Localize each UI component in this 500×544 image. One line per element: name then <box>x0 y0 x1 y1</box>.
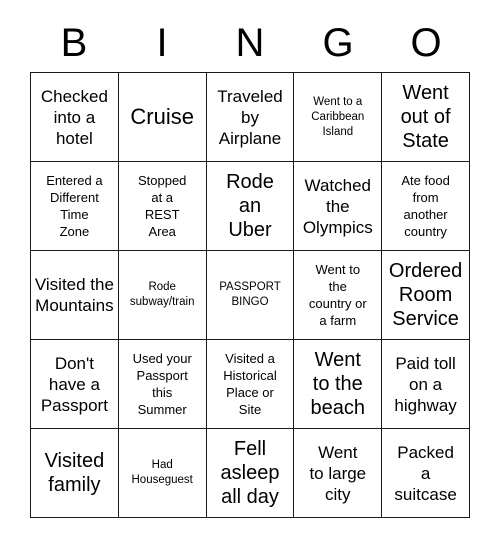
bingo-cell-label: Used your Passport this Summer <box>132 351 192 417</box>
header-letter-g: G <box>322 21 354 65</box>
bingo-cell[interactable]: Ate food from another country <box>382 162 470 251</box>
bingo-cell-label: Ordered Room Service <box>388 260 463 330</box>
bingo-cell-label: Went to large city <box>309 442 367 504</box>
bingo-cell-label: Went to a Caribbean Island <box>311 95 365 138</box>
bingo-cell[interactable]: Visited the Mountains <box>31 251 119 340</box>
bingo-cell-label: Packed a suitcase <box>394 442 457 504</box>
bingo-cell-label: Cruise <box>130 104 194 129</box>
bingo-cell[interactable]: Don't have a Passport <box>31 340 119 429</box>
bingo-cell[interactable]: Entered a Different Time Zone <box>31 162 119 251</box>
bingo-cell-label: Went out of State <box>400 82 451 152</box>
header-letter-b: B <box>60 21 88 65</box>
bingo-cell[interactable]: Stopped at a REST Area <box>118 162 207 251</box>
bingo-cell-label: Went to the beach <box>310 349 366 419</box>
bingo-cell[interactable]: Watched the Olympics <box>294 162 383 251</box>
header-letter-o: O <box>410 21 442 65</box>
bingo-cell[interactable]: Rode an Uber <box>206 162 295 251</box>
bingo-cell-label: Rode an Uber <box>226 171 274 241</box>
bingo-header: B I N G O <box>30 18 470 68</box>
bingo-cell-label: Fell asleep all day <box>220 438 280 508</box>
bingo-cell-label: Ate food from another country <box>401 173 450 239</box>
bingo-cell[interactable]: Traveled by Airplane <box>206 73 295 162</box>
bingo-cell[interactable]: Had Houseguest <box>118 429 207 518</box>
bingo-cell-label: Visited a Historical Place or Site <box>223 351 277 417</box>
bingo-cell[interactable]: Fell asleep all day <box>206 429 295 518</box>
bingo-cell[interactable]: Used your Passport this Summer <box>118 340 207 429</box>
bingo-cell-label: Had Houseguest <box>131 459 193 486</box>
bingo-card: B I N G O Checked into a hotel Cruise Tr… <box>0 0 500 544</box>
bingo-cell[interactable]: Packed a suitcase <box>382 429 470 518</box>
bingo-cell[interactable]: Paid toll on a highway <box>382 340 470 429</box>
bingo-cell-free-space[interactable]: PASSPORT BINGO <box>206 251 295 340</box>
bingo-cell-label: Entered a Different Time Zone <box>46 173 103 239</box>
bingo-cell[interactable]: Cruise <box>118 73 207 162</box>
bingo-cell[interactable]: Went to a Caribbean Island <box>294 73 383 162</box>
bingo-cell-label: PASSPORT BINGO <box>219 281 281 308</box>
bingo-cell-label: Went to the country or a farm <box>308 262 367 328</box>
bingo-cell-label: Stopped at a REST Area <box>137 173 187 239</box>
bingo-cell[interactable]: Ordered Room Service <box>382 251 470 340</box>
bingo-cell-label: Don't have a Passport <box>40 353 108 415</box>
bingo-cell[interactable]: Went to the beach <box>294 340 383 429</box>
bingo-cell[interactable]: Went to the country or a farm <box>294 251 383 340</box>
bingo-cell[interactable]: Rode subway/train <box>118 251 207 340</box>
bingo-cell[interactable]: Visited family <box>31 429 119 518</box>
bingo-cell-label: Rode subway/train <box>129 281 195 308</box>
bingo-cell-label: Visited family <box>44 450 105 496</box>
bingo-cell[interactable]: Visited a Historical Place or Site <box>206 340 295 429</box>
bingo-cell-label: Checked into a hotel <box>40 86 108 148</box>
bingo-cell-label: Visited the Mountains <box>34 275 114 315</box>
header-letter-i: I <box>156 21 168 65</box>
bingo-cell-label: Paid toll on a highway <box>394 353 457 415</box>
bingo-cell-label: Traveled by Airplane <box>217 86 283 148</box>
bingo-cell-label: Watched the Olympics <box>302 175 373 237</box>
bingo-cell[interactable]: Checked into a hotel <box>31 73 119 162</box>
bingo-grid: Checked into a hotel Cruise Traveled by … <box>30 72 470 518</box>
bingo-cell[interactable]: Went to large city <box>294 429 383 518</box>
header-letter-n: N <box>235 21 265 65</box>
bingo-cell[interactable]: Went out of State <box>382 73 470 162</box>
